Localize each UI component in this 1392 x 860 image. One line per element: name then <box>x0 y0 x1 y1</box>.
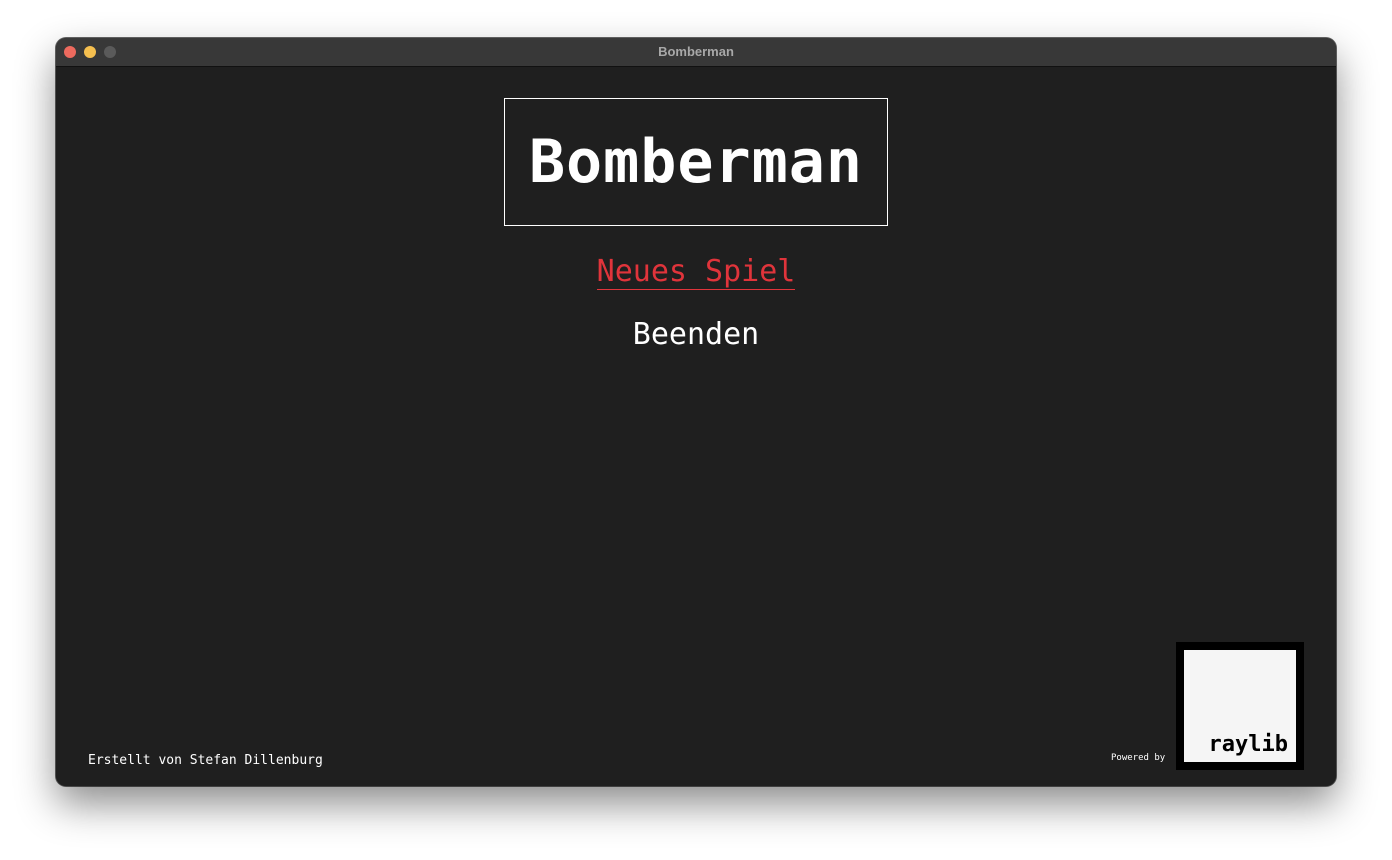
menu-item-new-game[interactable]: Neues Spiel <box>56 257 1336 290</box>
game-title: Bomberman <box>528 127 864 197</box>
raylib-logo: raylib <box>1176 642 1304 770</box>
powered-by-label: Powered by <box>1111 753 1166 763</box>
menu-item-quit[interactable]: Beenden <box>56 320 1336 350</box>
window-title: Bomberman <box>658 44 734 59</box>
author-credit: Erstellt von Stefan Dillenburg <box>88 753 323 768</box>
raylib-logo-inner: raylib <box>1184 650 1296 762</box>
app-window: Bomberman Bomberman Neues Spiel Beenden … <box>56 38 1336 786</box>
raylib-logo-text: raylib <box>1208 732 1288 757</box>
title-bar[interactable]: Bomberman <box>56 38 1336 67</box>
game-title-frame: Bomberman <box>504 98 888 226</box>
menu-item-label: Neues Spiel <box>596 254 796 290</box>
menu-item-label: Beenden <box>632 317 760 352</box>
game-canvas: Bomberman Neues Spiel Beenden Erstellt v… <box>56 67 1336 786</box>
